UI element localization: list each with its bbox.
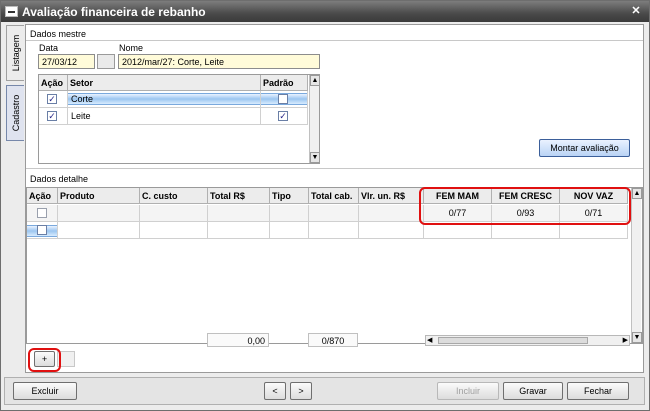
setor-grid: Ação Setor Padrão ✓ Corte ✓ Leite ✓ ▲ ▼ <box>38 74 320 164</box>
highlight-box <box>28 348 61 372</box>
window-menu-icon[interactable] <box>5 6 18 17</box>
cell-total-rs[interactable] <box>208 222 270 239</box>
gravar-button[interactable]: Gravar <box>503 382 563 400</box>
scroll-right-icon[interactable]: ▶ <box>623 336 628 344</box>
montar-avaliacao-button[interactable]: Montar avaliação <box>539 139 630 157</box>
hscroll-thumb[interactable] <box>438 337 588 344</box>
nome-label: Nome <box>119 43 144 53</box>
col-header-total-cab[interactable]: Total cab. <box>309 188 359 204</box>
master-section-label: Dados mestre <box>30 29 87 39</box>
excluir-button[interactable]: Excluir <box>13 382 77 400</box>
checkbox-padrao[interactable]: ✓ <box>278 111 288 121</box>
table-row[interactable]: ✓ Leite ✓ <box>39 108 308 125</box>
data-field[interactable]: 27/03/12 <box>38 54 95 69</box>
cell-total-cab <box>309 205 359 222</box>
col-header-setor[interactable]: Setor <box>68 75 261 91</box>
app-window: Avaliação financeira de rebanho ✕ Listag… <box>0 0 650 411</box>
cell-total-rs <box>208 205 270 222</box>
scroll-down-icon[interactable]: ▼ <box>632 332 642 343</box>
detail-section-label: Dados detalhe <box>30 174 89 184</box>
tab-cadastro[interactable]: Cadastro <box>6 85 24 141</box>
col-header-c-custo[interactable]: C. custo <box>140 188 208 204</box>
title-bar: Avaliação financeira de rebanho ✕ <box>1 1 649 22</box>
cell-tipo <box>270 205 309 222</box>
cell-vlr-un[interactable] <box>359 222 424 239</box>
nome-field[interactable]: 2012/mar/27: Corte, Leite <box>118 54 320 69</box>
checkbox-acao[interactable]: ✓ <box>47 94 57 104</box>
highlight-box <box>419 187 631 225</box>
footer-total-cab: 0/870 <box>308 333 358 347</box>
previous-button[interactable]: < <box>264 382 286 400</box>
main-panel: Dados mestre Data 27/03/12 Nome 2012/mar… <box>25 24 644 373</box>
detail-vscrollbar[interactable]: ▲ ▼ <box>631 188 642 343</box>
col-header-padrao[interactable]: Padrão <box>261 75 308 91</box>
date-picker-button[interactable] <box>97 54 115 69</box>
close-icon[interactable]: ✕ <box>629 4 643 18</box>
checkbox-padrao[interactable] <box>278 94 288 104</box>
checkbox-acao[interactable]: ✓ <box>47 111 57 121</box>
data-label: Data <box>39 43 59 53</box>
window-title: Avaliação financeira de rebanho <box>22 4 206 19</box>
tab-listagem-label: Listagem <box>10 34 21 72</box>
cell-tipo[interactable] <box>270 222 309 239</box>
cell-vlr-un <box>359 205 424 222</box>
checkbox-acao[interactable] <box>37 225 47 235</box>
cell-produto <box>58 205 140 222</box>
cell-acao <box>27 205 58 222</box>
action-bar: Excluir < > Incluir Gravar Fechar <box>4 377 645 405</box>
cell-setor: Corte <box>68 91 261 108</box>
col-header-acao[interactable]: Ação <box>27 188 58 204</box>
divider <box>26 40 643 41</box>
checkbox-acao[interactable] <box>37 208 47 218</box>
col-header-total-rs[interactable]: Total R$ <box>208 188 270 204</box>
scroll-left-icon[interactable]: ◀ <box>427 336 432 344</box>
detail-hscrollbar[interactable]: ◀ ▶ <box>425 335 630 346</box>
next-button[interactable]: > <box>290 382 312 400</box>
setor-scrollbar[interactable]: ▲ ▼ <box>309 75 320 163</box>
cell-acao: ✓ <box>39 108 68 125</box>
cell-c-custo <box>140 205 208 222</box>
col-header-acao[interactable]: Ação <box>39 75 68 91</box>
tab-listagem[interactable]: Listagem <box>6 25 24 81</box>
cell-setor: Leite <box>68 108 261 125</box>
cell-acao: ✓ <box>39 91 68 108</box>
col-header-produto[interactable]: Produto <box>58 188 140 204</box>
col-header-vlr-un[interactable]: Vlr. un. R$ <box>359 188 424 204</box>
footer-total-rs: 0,00 <box>207 333 269 347</box>
cell-padrao: ✓ <box>261 108 308 125</box>
cell-total-cab[interactable] <box>309 222 359 239</box>
table-row[interactable]: ✓ Corte <box>39 91 308 108</box>
cell-padrao <box>261 91 308 108</box>
tab-cadastro-label: Cadastro <box>10 94 21 132</box>
cell-c-custo[interactable] <box>140 222 208 239</box>
cell-acao <box>27 222 58 239</box>
col-header-tipo[interactable]: Tipo <box>270 188 309 204</box>
fechar-button[interactable]: Fechar <box>567 382 629 400</box>
divider <box>26 168 643 169</box>
incluir-button[interactable]: Incluir <box>437 382 499 400</box>
scroll-up-icon[interactable]: ▲ <box>632 188 642 199</box>
scroll-down-icon[interactable]: ▼ <box>310 152 320 163</box>
scroll-up-icon[interactable]: ▲ <box>310 75 320 86</box>
cell-produto[interactable] <box>58 222 140 239</box>
